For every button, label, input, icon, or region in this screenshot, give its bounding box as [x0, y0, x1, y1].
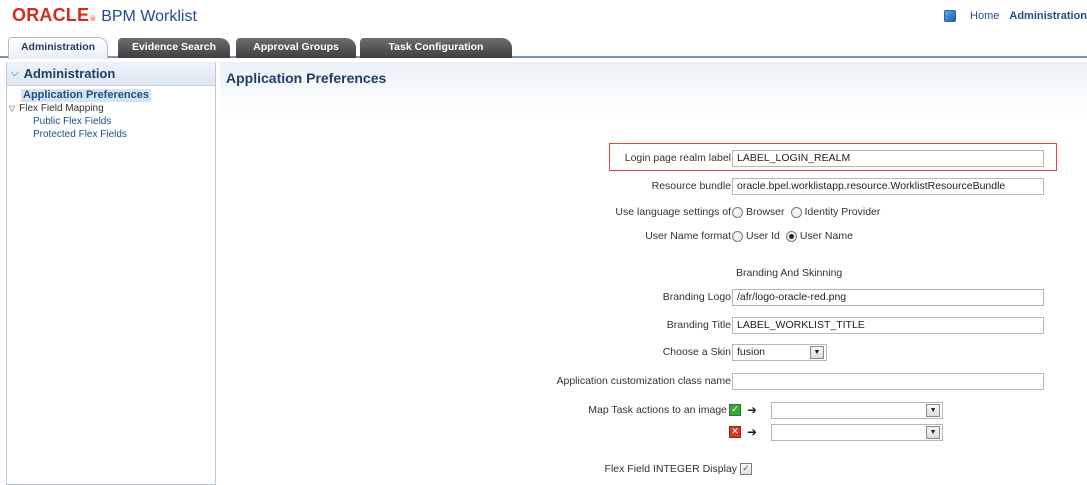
form-row-flex-integer: Flex Field INTEGER Display ✓ [220, 460, 1087, 478]
form-row-branding-title: Branding Title LABEL_WORKLIST_TITLE [220, 316, 1087, 334]
globe-icon[interactable] [944, 10, 957, 22]
resource-bundle-input[interactable]: oracle.bpel.worklistapp.resource.Worklis… [732, 177, 1044, 195]
form-row-customization-class: Application customization class name [220, 372, 1087, 390]
oracle-logo: ORACLE [12, 5, 90, 25]
radio-browser-label: Browser [746, 206, 785, 218]
reject-mapping: ✕ ➜ ▼ [729, 423, 944, 441]
skin-label: Choose a Skin [662, 346, 731, 358]
radio-user-name-label: User Name [799, 230, 853, 242]
brand: ORACLE ® BPM Worklist [12, 5, 197, 27]
form-row-language: Use language settings of Browser Identit… [220, 203, 1087, 221]
approve-icon: ✓ [729, 404, 741, 416]
sidebar-item-flex-field-mapping[interactable]: ▽ Flex Field Mapping [7, 102, 215, 115]
radio-browser[interactable] [732, 206, 743, 218]
branding-logo-input[interactable]: /afr/logo-oracle-red.png [732, 288, 1044, 306]
form-row-username-format: User Name format User Id User Name [220, 227, 1087, 245]
radio-user-id[interactable] [732, 230, 743, 242]
radio-user-name[interactable] [785, 230, 797, 242]
chevron-down-icon[interactable]: ⌵ [11, 68, 19, 79]
radio-identity-provider[interactable] [790, 206, 802, 218]
flex-integer-label: Flex Field INTEGER Display [604, 463, 737, 475]
administration-link[interactable]: Administration [1009, 10, 1087, 22]
radio-user-id-label: User Id [746, 230, 780, 242]
tab-bar: Task Configuration Approval Groups Evide… [0, 36, 1087, 59]
login-realm-input[interactable]: LABEL_LOGIN_REALM [732, 149, 1044, 167]
reject-icon: ✕ [729, 426, 741, 438]
resource-bundle-label: Resource bundle [651, 180, 731, 192]
form-row-resource-bundle: Resource bundle oracle.bpel.worklistapp.… [220, 177, 1087, 195]
sidebar-item-application-preferences[interactable]: Application Preferences [21, 89, 151, 102]
global-links: Home Administration [944, 8, 1087, 24]
radio-identity-provider-label: Identity Provider [804, 206, 881, 218]
form-row-skin: Choose a Skin fusion ▼ [220, 343, 1087, 361]
language-label: Use language settings of [615, 206, 731, 218]
app-name: BPM Worklist [101, 8, 197, 25]
username-radio-group: User Id User Name [732, 230, 859, 242]
skin-select-value: fusion [737, 346, 766, 358]
branding-logo-label: Branding Logo [662, 291, 731, 303]
sidebar-item-label: Flex Field Mapping [19, 103, 104, 114]
branding-section-title: Branding And Skinning [736, 267, 843, 279]
tab-administration[interactable]: Administration [8, 37, 108, 59]
customization-class-input[interactable] [732, 372, 1044, 390]
dropdown-arrow-icon[interactable]: ▼ [926, 425, 941, 439]
customization-class-label: Application customization class name [556, 375, 731, 387]
language-radio-group: Browser Identity Provider [732, 206, 886, 218]
map-actions-label: Map Task actions to an image [588, 404, 727, 416]
tab-approval-groups[interactable]: Approval Groups [236, 38, 356, 58]
sidebar-item-public-flex-fields[interactable]: Public Flex Fields [7, 115, 215, 128]
page-title: Application Preferences [226, 70, 387, 86]
logo-registered-mark: ® [89, 15, 97, 23]
dropdown-arrow-icon[interactable]: ▼ [926, 403, 941, 417]
username-format-label: User Name format [645, 230, 731, 242]
sidebar-header[interactable]: ⌵ Administration [7, 62, 215, 86]
expand-triangle-icon[interactable]: ▽ [9, 102, 15, 115]
sidebar-title: Administration [23, 66, 116, 81]
flex-integer-checkbox[interactable]: ✓ [740, 463, 752, 475]
approve-mapping: ✓ ➜ ▼ [729, 401, 944, 419]
form-row-map-actions-reject: ✕ ➜ ▼ [220, 423, 1087, 441]
main-panel: Application Preferences Login page realm… [220, 62, 1087, 485]
sidebar: ⌵ Administration Application Preferences… [6, 62, 216, 485]
branding-title-label: Branding Title [666, 319, 731, 331]
tab-evidence-search[interactable]: Evidence Search [118, 38, 230, 58]
skin-select[interactable]: fusion ▼ [732, 343, 827, 361]
approve-image-select[interactable]: ▼ [771, 401, 944, 419]
branding-title-input[interactable]: LABEL_WORKLIST_TITLE [732, 316, 1044, 334]
sidebar-item-protected-flex-fields[interactable]: Protected Flex Fields [7, 128, 215, 141]
home-link[interactable]: Home [970, 10, 999, 22]
form-row-login-realm: Login page realm label LABEL_LOGIN_REALM [220, 149, 1087, 167]
login-realm-label: Login page realm label [624, 152, 731, 164]
form-row-map-actions-approve: Map Task actions to an image ✓ ➜ ▼ [220, 401, 1087, 419]
sidebar-items: Application Preferences ▽ Flex Field Map… [7, 86, 215, 141]
dropdown-arrow-icon[interactable]: ▼ [810, 345, 824, 359]
arrow-right-icon: ➜ [747, 403, 758, 417]
tab-task-configuration[interactable]: Task Configuration [360, 38, 512, 58]
arrow-right-icon: ➜ [747, 425, 758, 439]
form-row-branding-logo: Branding Logo /afr/logo-oracle-red.png [220, 288, 1087, 306]
reject-image-select[interactable]: ▼ [771, 423, 944, 441]
